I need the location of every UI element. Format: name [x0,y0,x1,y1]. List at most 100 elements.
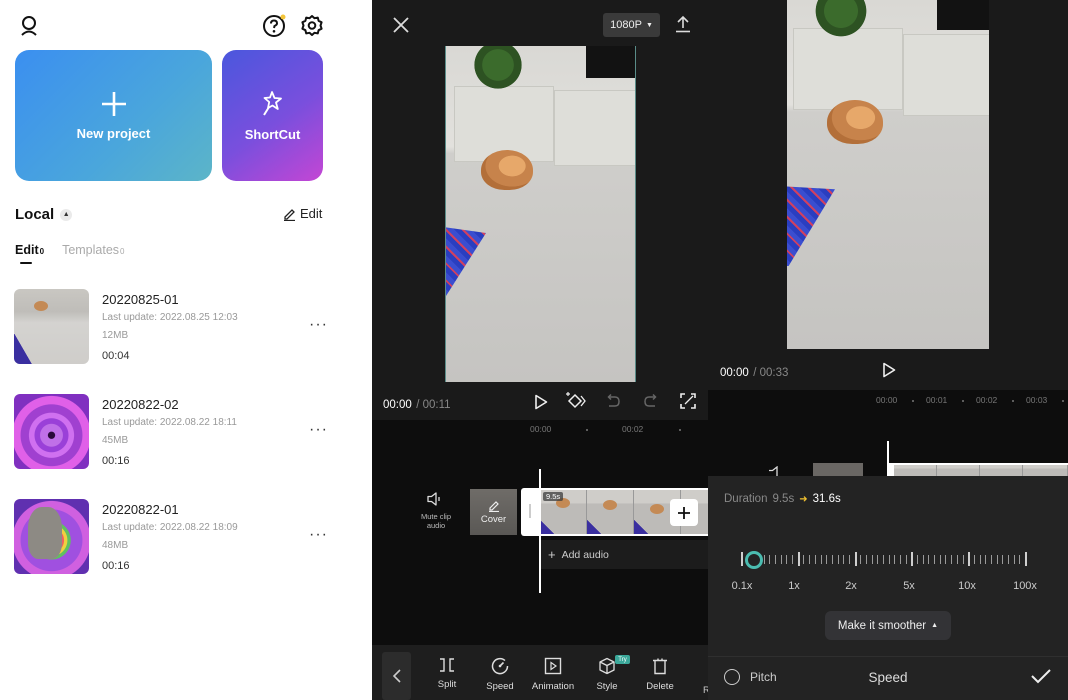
project-thumbnail [14,499,89,574]
duration-new: 31.6s [812,493,841,505]
editor-toolbar: Split Speed Animation Style Delete R [372,645,708,700]
more-options-button[interactable]: ··· [309,316,328,334]
scale-label: 1x [788,580,800,592]
tool-animation[interactable]: Animation [525,657,581,692]
profile-icon[interactable] [18,15,40,37]
tool-style-label: Style [596,681,618,692]
slider-tick [741,552,743,566]
slider-tick [854,552,857,566]
settings-icon[interactable] [300,14,324,38]
video-clip[interactable] [888,463,1068,476]
new-project-label: New project [76,126,151,141]
arrow-right-icon: ➜ [799,493,808,505]
redo-icon[interactable] [642,392,660,410]
mute-label-line2: audio [426,521,446,530]
fullscreen-icon[interactable] [679,392,697,410]
radio-icon [724,669,740,685]
ruler-dot [912,400,914,402]
slider-tick [871,555,873,564]
more-options-button[interactable]: ··· [309,421,328,439]
project-duration: 00:16 [102,560,130,572]
scale-label: 2x [845,580,857,592]
back-button[interactable] [382,652,411,700]
slider-tick [911,552,914,566]
speed-timeline[interactable]: 00:00 00:01 00:02 00:03 [708,390,1068,478]
mute-clip-audio-button[interactable]: Mute clip audio [416,492,456,530]
project-item[interactable]: 20220825-01 Last update: 2022.08.25 12:0… [14,289,354,365]
split-icon [440,658,454,672]
delete-icon [653,658,667,675]
shortcut-button[interactable]: ShortCut [222,50,323,181]
help-icon[interactable] [262,14,286,38]
duration-old: 9.5s [772,493,795,505]
slider-tick [837,555,839,564]
tool-delete[interactable]: Delete [632,657,688,692]
video-frame [787,0,989,349]
close-icon[interactable] [392,16,410,34]
slider-tick [775,555,777,564]
add-audio-label: Add audio [561,548,609,561]
editor-timeline[interactable]: 00:00 00:02 Mute clip audio Cover 9.5s +… [372,420,708,645]
make-smoother-button[interactable]: Make it smoother ▲ [825,611,951,640]
current-time: 00:00 [720,367,749,379]
edit-button[interactable]: Edit [283,206,322,221]
slider-tick [860,555,862,564]
slider-tick [780,555,782,564]
slider-tick [831,555,833,564]
ruler-dot [586,429,588,431]
slider-tick [979,555,981,564]
tab-edit-label: Edit [15,243,39,257]
scale-label: 0.1x [731,580,753,592]
scale-label: 10x [958,580,976,592]
more-options-button[interactable]: ··· [309,526,328,544]
ruler-dot [962,400,964,402]
slider-tick [990,555,992,564]
resolution-dropdown[interactable]: 1080P ▼ [603,13,660,37]
slider-tick [900,555,902,564]
ruler-dot [1012,400,1014,402]
new-project-button[interactable]: New project [15,50,212,181]
slider-tick [809,555,811,564]
tab-templates[interactable]: Templates0 [62,243,124,257]
slider-tick [939,555,941,564]
slider-tick [894,555,896,564]
confirm-button[interactable] [1030,667,1052,690]
video-preview [372,46,708,384]
tool-delete-label: Delete [646,681,674,692]
project-item[interactable]: 20220822-01 Last update: 2022.08.22 18:0… [14,499,354,575]
playhead[interactable] [539,469,541,593]
play-icon[interactable] [532,392,550,412]
export-icon[interactable] [674,14,692,34]
project-item[interactable]: 20220822-02 Last update: 2022.08.22 18:1… [14,394,354,470]
slider-tick [843,555,845,564]
speed-bottom-bar: Speed Pitch [708,656,1068,700]
undo-icon[interactable] [604,392,622,410]
project-thumbnail [14,394,89,469]
cover-button[interactable]: Cover [470,489,517,535]
tool-speed[interactable]: Speed [472,657,528,692]
add-clip-button[interactable] [670,499,698,526]
clip-trim-handle[interactable] [529,504,531,518]
keyframe-icon[interactable] [565,390,587,412]
cover-label: Cover [480,514,507,525]
slider-tick [934,555,936,564]
add-audio-button[interactable]: + Add audio [540,540,708,569]
duration-row: Duration 9.5s ➜ 31.6s [724,493,841,505]
slider-tick [945,555,947,564]
speed-slider[interactable] [741,550,1027,570]
tool-split[interactable]: Split [419,657,475,690]
tab-edit[interactable]: Edit0 [15,243,44,264]
project-size: 45MB [102,435,129,446]
pitch-toggle[interactable]: Pitch [724,669,777,685]
playhead[interactable] [887,441,889,476]
slider-tick [928,555,930,564]
local-section-toggle[interactable]: Local ▲ [15,206,73,223]
play-icon[interactable] [880,360,898,380]
mute-label-line1: Mute clip [420,512,451,521]
slider-tick [803,555,805,564]
plus-icon [678,506,690,519]
speed-icon [491,657,509,675]
ruler-dot [679,429,681,431]
slider-knob[interactable] [745,551,763,569]
playback-controls: 00:00 / 00:11 [372,384,708,420]
